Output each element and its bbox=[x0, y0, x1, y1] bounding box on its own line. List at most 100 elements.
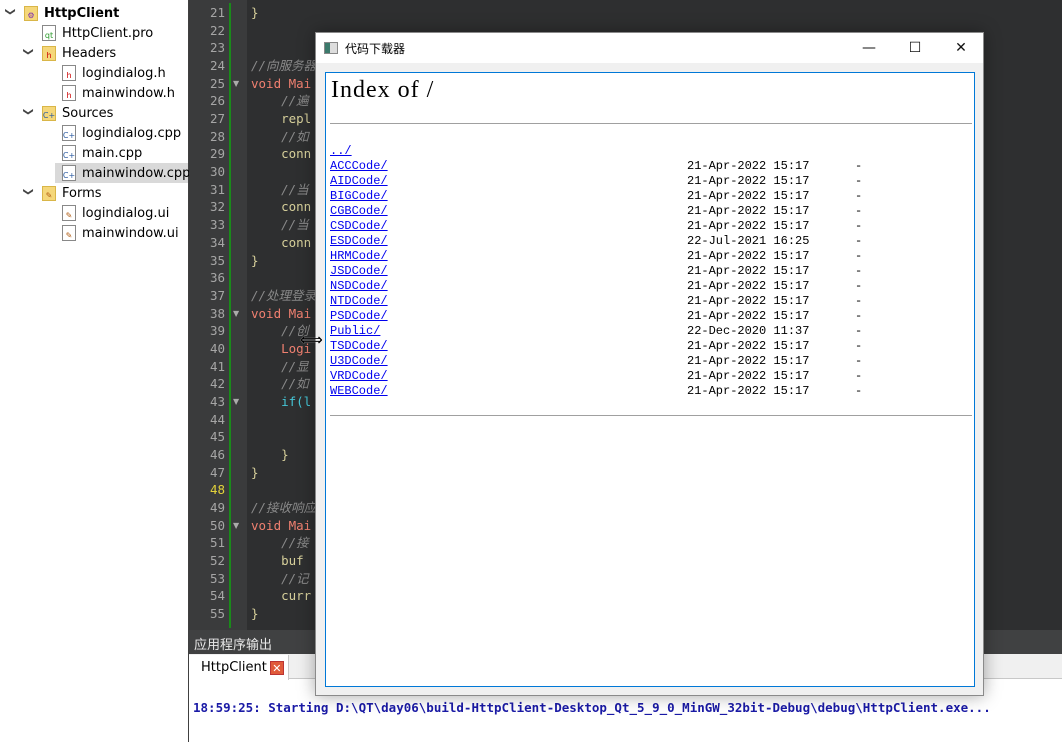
line-number: 48 bbox=[209, 482, 225, 498]
tree-item-label: mainwindow.h bbox=[82, 85, 175, 101]
directory-link[interactable]: JSDCode/ bbox=[330, 264, 388, 278]
entry-date: 21-Apr-2022 15:17 bbox=[687, 264, 810, 278]
close-button[interactable]: ✕ bbox=[938, 33, 984, 63]
directory-link[interactable]: U3DCode/ bbox=[330, 354, 388, 368]
tree-item[interactable]: h mainwindow.h bbox=[60, 83, 188, 103]
directory-entry: NSDCode/21-Apr-2022 15:17 - bbox=[330, 279, 930, 294]
directory-listing-browser[interactable]: Index of / ../ ACCCode/21-Apr-2022 15:17… bbox=[325, 72, 975, 687]
tree-item[interactable]: ✎ mainwindow.ui bbox=[60, 223, 188, 243]
resize-cursor-icon: ⟺ bbox=[300, 330, 323, 349]
tree-item[interactable]: ❯ ⚙ HttpClient bbox=[5, 3, 188, 23]
fold-arrow-icon[interactable]: ▼ bbox=[233, 393, 239, 410]
tree-item[interactable]: ❯ ✎ Forms bbox=[23, 183, 188, 203]
entry-size: - bbox=[855, 294, 863, 308]
tree-item[interactable]: C+ mainwindow.cpp bbox=[55, 163, 190, 183]
line-number: 52 bbox=[209, 553, 225, 569]
code-line: } bbox=[251, 252, 259, 268]
directory-entry: HRMCode/21-Apr-2022 15:17 - bbox=[330, 249, 930, 264]
entry-date: 21-Apr-2022 15:17 bbox=[687, 249, 810, 263]
line-number: 33 bbox=[209, 217, 225, 233]
cpp-icon: C+ bbox=[62, 125, 76, 141]
output-tab-httpclient[interactable]: HttpClient ✕ bbox=[189, 655, 289, 680]
output-text: 18:59:25: Starting D:\QT\day06\build-Htt… bbox=[193, 700, 991, 715]
directory-entry: CSDCode/21-Apr-2022 15:17 - bbox=[330, 219, 930, 234]
entry-date: 21-Apr-2022 15:17 bbox=[687, 189, 810, 203]
directory-entry: U3DCode/21-Apr-2022 15:17 - bbox=[330, 354, 930, 369]
directory-link[interactable]: PSDCode/ bbox=[330, 309, 388, 323]
fold-arrow-icon[interactable]: ▼ bbox=[233, 517, 239, 534]
entry-size: - bbox=[855, 204, 863, 218]
tree-item[interactable]: C+ logindialog.cpp bbox=[60, 123, 188, 143]
line-number: 39 bbox=[209, 323, 225, 339]
entry-date: 21-Apr-2022 15:17 bbox=[687, 339, 810, 353]
entry-date: 21-Apr-2022 15:17 bbox=[687, 159, 810, 173]
directory-link[interactable]: Public/ bbox=[330, 324, 380, 338]
entry-date: 22-Jul-2021 16:25 bbox=[687, 234, 810, 248]
code-line: //处理登录 bbox=[251, 287, 317, 303]
tree-item[interactable]: qt HttpClient.pro bbox=[40, 23, 188, 43]
dialog-title-bar[interactable]: 代码下载器 — ☐ ✕ bbox=[316, 33, 983, 63]
pro-icon: qt bbox=[42, 25, 56, 41]
code-line: //接收响应 bbox=[251, 500, 317, 516]
tree-item[interactable]: C+ main.cpp bbox=[60, 143, 188, 163]
directory-link[interactable]: ACCCode/ bbox=[330, 159, 388, 173]
downloader-dialog: 代码下载器 — ☐ ✕ Index of / ../ ACCCode/21-Ap… bbox=[315, 32, 984, 696]
fold-arrow-icon[interactable]: ▼ bbox=[233, 75, 239, 92]
entry-date: 21-Apr-2022 15:17 bbox=[687, 204, 810, 218]
tree-item-label: HttpClient bbox=[44, 5, 120, 21]
tree-item[interactable]: ✎ logindialog.ui bbox=[60, 203, 188, 223]
directory-link[interactable]: BIGCode/ bbox=[330, 189, 388, 203]
fold-arrow-icon[interactable]: ▼ bbox=[233, 305, 239, 322]
directory-link[interactable]: TSDCode/ bbox=[330, 339, 388, 353]
directory-entry: BIGCode/21-Apr-2022 15:17 - bbox=[330, 189, 930, 204]
entry-size: - bbox=[855, 219, 863, 233]
directory-link[interactable]: NTDCode/ bbox=[330, 294, 388, 308]
directory-link[interactable]: ESDCode/ bbox=[330, 234, 388, 248]
parent-directory-link[interactable]: ../ bbox=[330, 144, 352, 158]
line-number: 31 bbox=[209, 181, 225, 197]
line-number: 21 bbox=[209, 5, 225, 20]
directory-link[interactable]: WEBCode/ bbox=[330, 384, 388, 398]
minimize-button[interactable]: — bbox=[846, 33, 892, 63]
directory-link[interactable]: CSDCode/ bbox=[330, 219, 388, 233]
line-number: 53 bbox=[209, 570, 225, 586]
tree-item[interactable]: h logindialog.h bbox=[60, 63, 188, 83]
chevron-down-icon[interactable]: ❯ bbox=[5, 7, 16, 19]
directory-link[interactable]: AIDCode/ bbox=[330, 174, 388, 188]
close-icon[interactable]: ✕ bbox=[269, 660, 284, 675]
line-number: 30 bbox=[209, 164, 225, 180]
maximize-button[interactable]: ☐ bbox=[892, 33, 938, 63]
dialog-title: 代码下载器 bbox=[345, 41, 406, 56]
line-number: 36 bbox=[209, 270, 225, 286]
ui-icon: ✎ bbox=[62, 225, 76, 241]
code-line: void Mai bbox=[251, 517, 312, 533]
project-tree: ❯ ⚙ HttpClient qt HttpClient.pro ❯ h Headers h lo… bbox=[0, 0, 190, 742]
tree-item[interactable]: ❯ C+ Sources bbox=[23, 103, 188, 123]
line-number: 46 bbox=[209, 447, 225, 462]
directory-entry: JSDCode/21-Apr-2022 15:17 - bbox=[330, 264, 930, 279]
chevron-down-icon[interactable]: ❯ bbox=[23, 187, 34, 199]
directory-link[interactable]: NSDCode/ bbox=[330, 279, 388, 293]
entry-size: - bbox=[855, 324, 863, 338]
chevron-down-icon[interactable]: ❯ bbox=[23, 47, 34, 59]
tree-item[interactable]: ❯ h Headers bbox=[23, 43, 188, 63]
directory-link[interactable]: CGBCode/ bbox=[330, 204, 388, 218]
line-number: 45 bbox=[209, 429, 225, 445]
code-line: buf bbox=[251, 553, 312, 569]
code-line: //遍 bbox=[251, 93, 309, 109]
code-line: conn bbox=[251, 234, 312, 250]
entry-size: - bbox=[855, 189, 863, 203]
code-line: void Mai bbox=[251, 305, 312, 321]
directory-link[interactable]: VRDCode/ bbox=[330, 369, 388, 383]
tree-item-label: Headers bbox=[62, 45, 117, 61]
directory-link[interactable]: HRMCode/ bbox=[330, 249, 388, 263]
folder-cpp-icon: C+ bbox=[42, 105, 56, 121]
line-number: 25 bbox=[209, 75, 225, 91]
chevron-down-icon[interactable]: ❯ bbox=[23, 107, 34, 119]
entry-size: - bbox=[855, 264, 863, 278]
tree-item-label: Sources bbox=[62, 105, 114, 121]
line-number: 37 bbox=[209, 287, 225, 303]
line-number: 26 bbox=[209, 93, 225, 109]
line-number-gutter: 21 22 23 24 25 ▼ 26 27 28 29 30 31 32 33 34 35 36 37 38 ▼ 39… bbox=[189, 0, 247, 630]
change-marker-bar bbox=[229, 3, 231, 628]
